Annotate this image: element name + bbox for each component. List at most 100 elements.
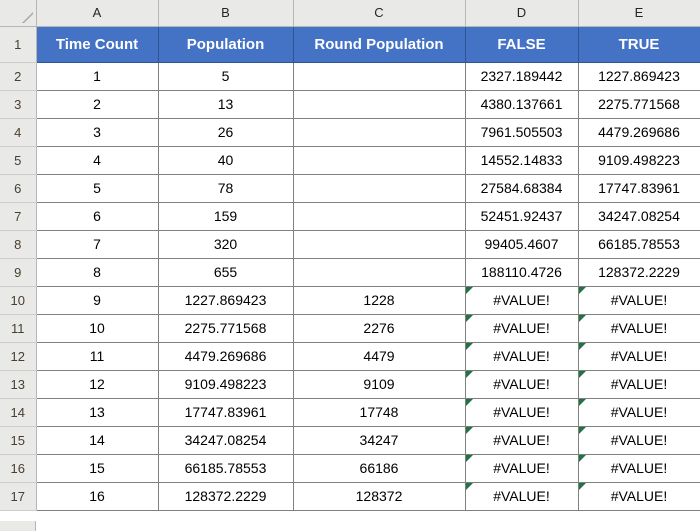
cell-A7[interactable]: 6 [35, 201, 159, 231]
cell-A11[interactable]: 10 [35, 313, 159, 343]
cell-A5[interactable]: 4 [35, 145, 159, 175]
cell-B4[interactable]: 26 [157, 117, 294, 147]
cell-E10[interactable]: #VALUE! [577, 285, 700, 315]
cell-E4[interactable]: 4479.269686 [577, 117, 700, 147]
cell-C11[interactable]: 2276 [292, 313, 466, 343]
cell-A15[interactable]: 14 [35, 425, 159, 455]
cell-C17[interactable]: 128372 [292, 481, 466, 511]
cell-B9[interactable]: 655 [157, 257, 294, 287]
cell-D6[interactable]: 27584.68384 [464, 173, 579, 203]
cell-D4[interactable]: 7961.505503 [464, 117, 579, 147]
cell-B10[interactable]: 1227.869423 [157, 285, 294, 315]
cell-E3[interactable]: 2275.771568 [577, 89, 700, 119]
cell-B16[interactable]: 66185.78553 [157, 453, 294, 483]
cell-B17[interactable]: 128372.2229 [157, 481, 294, 511]
row-header-4[interactable]: 4 [0, 118, 37, 147]
cell-A9[interactable]: 8 [35, 257, 159, 287]
cell-E9[interactable]: 128372.2229 [577, 257, 700, 287]
cell-B12[interactable]: 4479.269686 [157, 341, 294, 371]
row-header-1[interactable]: 1 [0, 26, 37, 63]
row-header-2[interactable]: 2 [0, 62, 37, 91]
cell-E14[interactable]: #VALUE! [577, 397, 700, 427]
row-header-16[interactable]: 16 [0, 454, 37, 483]
cell-A3[interactable]: 2 [35, 89, 159, 119]
cell-B11[interactable]: 2275.771568 [157, 313, 294, 343]
cell-E15[interactable]: #VALUE! [577, 425, 700, 455]
cell-D15[interactable]: #VALUE! [464, 425, 579, 455]
cell-D9[interactable]: 188110.4726 [464, 257, 579, 287]
cell-A10[interactable]: 9 [35, 285, 159, 315]
column-header-a[interactable]: A [36, 0, 159, 27]
cell-D2[interactable]: 2327.189442 [464, 61, 579, 91]
cell-E16[interactable]: #VALUE! [577, 453, 700, 483]
cell-B6[interactable]: 78 [157, 173, 294, 203]
cell-C7[interactable] [292, 201, 466, 231]
cell-A13[interactable]: 12 [35, 369, 159, 399]
cell-A16[interactable]: 15 [35, 453, 159, 483]
cell-D5[interactable]: 14552.14833 [464, 145, 579, 175]
row-header-9[interactable]: 9 [0, 258, 37, 287]
cell-D14[interactable]: #VALUE! [464, 397, 579, 427]
cell-E8[interactable]: 66185.78553 [577, 229, 700, 259]
cell-B3[interactable]: 13 [157, 89, 294, 119]
column-header-e[interactable]: E [578, 0, 700, 27]
cell-C6[interactable] [292, 173, 466, 203]
cell-B13[interactable]: 9109.498223 [157, 369, 294, 399]
cell-D11[interactable]: #VALUE! [464, 313, 579, 343]
select-all-corner-button[interactable] [0, 0, 37, 27]
cell-E7[interactable]: 34247.08254 [577, 201, 700, 231]
cell-A17[interactable]: 16 [35, 481, 159, 511]
cell-D13[interactable]: #VALUE! [464, 369, 579, 399]
row-header-15[interactable]: 15 [0, 426, 37, 455]
row-header-17[interactable]: 17 [0, 482, 37, 511]
row-header-5[interactable]: 5 [0, 146, 37, 175]
cell-C12[interactable]: 4479 [292, 341, 466, 371]
cell-C13[interactable]: 9109 [292, 369, 466, 399]
row-header-14[interactable]: 14 [0, 398, 37, 427]
cell-C4[interactable] [292, 117, 466, 147]
cell-C10[interactable]: 1228 [292, 285, 466, 315]
column-title-c[interactable]: Round Population [292, 25, 466, 63]
row-header-3[interactable]: 3 [0, 90, 37, 119]
row-header-11[interactable]: 11 [0, 314, 37, 343]
row-header-8[interactable]: 8 [0, 230, 37, 259]
cell-D12[interactable]: #VALUE! [464, 341, 579, 371]
cell-C15[interactable]: 34247 [292, 425, 466, 455]
column-header-c[interactable]: C [293, 0, 466, 27]
cell-E17[interactable]: #VALUE! [577, 481, 700, 511]
cell-D17[interactable]: #VALUE! [464, 481, 579, 511]
cell-C16[interactable]: 66186 [292, 453, 466, 483]
cell-B5[interactable]: 40 [157, 145, 294, 175]
row-header-6[interactable]: 6 [0, 174, 37, 203]
cell-D8[interactable]: 99405.4607 [464, 229, 579, 259]
cell-A14[interactable]: 13 [35, 397, 159, 427]
cell-D3[interactable]: 4380.137661 [464, 89, 579, 119]
cell-D16[interactable]: #VALUE! [464, 453, 579, 483]
row-header-12[interactable]: 12 [0, 342, 37, 371]
cell-A12[interactable]: 11 [35, 341, 159, 371]
cell-C9[interactable] [292, 257, 466, 287]
cell-B14[interactable]: 17747.83961 [157, 397, 294, 427]
cell-C2[interactable] [292, 61, 466, 91]
cell-B15[interactable]: 34247.08254 [157, 425, 294, 455]
cell-E2[interactable]: 1227.869423 [577, 61, 700, 91]
cell-B7[interactable]: 159 [157, 201, 294, 231]
cell-D7[interactable]: 52451.92437 [464, 201, 579, 231]
column-title-d[interactable]: FALSE [464, 25, 579, 63]
cell-A2[interactable]: 1 [35, 61, 159, 91]
cell-A6[interactable]: 5 [35, 173, 159, 203]
cell-D10[interactable]: #VALUE! [464, 285, 579, 315]
row-header-13[interactable]: 13 [0, 370, 37, 399]
cell-B2[interactable]: 5 [157, 61, 294, 91]
cell-A8[interactable]: 7 [35, 229, 159, 259]
cell-E6[interactable]: 17747.83961 [577, 173, 700, 203]
cell-C5[interactable] [292, 145, 466, 175]
column-header-d[interactable]: D [465, 0, 579, 27]
row-header-7[interactable]: 7 [0, 202, 37, 231]
cell-E5[interactable]: 9109.498223 [577, 145, 700, 175]
cell-C8[interactable] [292, 229, 466, 259]
row-header-10[interactable]: 10 [0, 286, 37, 315]
column-header-b[interactable]: B [158, 0, 294, 27]
column-title-e[interactable]: TRUE [577, 25, 700, 63]
cell-B8[interactable]: 320 [157, 229, 294, 259]
